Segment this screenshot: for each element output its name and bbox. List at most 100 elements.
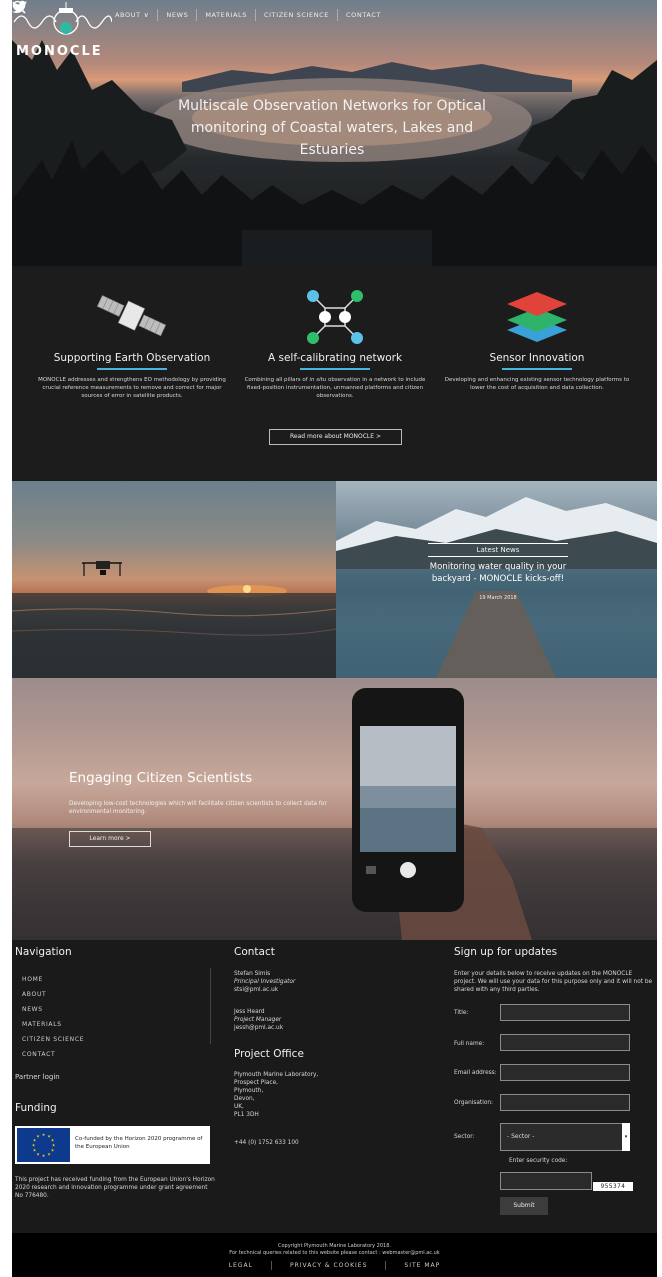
feature-sensor-innovation: Sensor Innovation Developing and enhanci… [437,288,637,392]
privacy-cookies-link[interactable]: PRIVACY & COOKIES [272,1261,387,1270]
copyright-text: Copyright Plymouth Marine Laboratory 201… [278,1243,391,1249]
feature-description: Developing and enhancing existing sensor… [444,377,630,391]
eu-flag-icon: ★ ★★ ★★★ ★★★ ★★★ [17,1128,70,1162]
feature-underline [502,368,572,370]
nav-materials[interactable]: MATERIALS [197,9,256,21]
svg-text:★: ★ [42,1153,46,1158]
feature-self-calibrating-network: A self-calibrating network Combining all… [235,288,435,400]
legal-links: LEGAL PRIVACY & COOKIES SITE MAP [12,1261,657,1270]
project-office-heading: Project Office [234,1048,304,1060]
email-label: Email address: [454,1070,497,1076]
footer-nav-about[interactable]: ABOUT [22,987,212,1002]
feature-title: A self-calibrating network [267,352,403,364]
feature-underline [97,368,167,370]
fullname-input[interactable] [500,1034,630,1051]
latest-news-card[interactable]: Latest News Monitoring water quality in … [336,481,657,678]
address-line: Plymouth, [234,1088,264,1094]
feature-description: MONOCLE addresses and strengthens EO met… [38,377,226,399]
sector-selected-value: - Sector - [507,1133,535,1140]
address-line: UK, [234,1104,244,1110]
learn-more-button[interactable]: Learn more > [69,831,151,847]
chevron-down-icon[interactable]: ∨ [144,11,150,19]
technical-contact-text: For technical queries related to this we… [229,1250,440,1256]
footer-nav-materials[interactable]: MATERIALS [22,1017,212,1032]
contact-person-2: Jess Heard Project Manager jessh@pml.ac.… [234,1008,283,1032]
satellite-icon [96,295,167,337]
contact-email[interactable]: jessh@pml.ac.uk [234,1024,283,1032]
footer-nav-contact[interactable]: CONTACT [22,1047,212,1062]
contact-role: Project Manager [234,1017,282,1023]
feature-underline [300,368,370,370]
hero-title: Multiscale Observation Networks for Opti… [178,98,486,158]
drone-icon [82,561,122,576]
citizen-description: Developing low-cost technologies which w… [69,801,327,815]
footer-nav-citizen-science[interactable]: CITIZEN SCIENCE [22,1032,212,1047]
page: MONOCLE ABOUT ∨ NEWS MATERIALS CITIZEN SC… [12,0,657,1277]
drone-scene [12,561,336,678]
signup-text: Enter your details below to receive upda… [454,971,653,993]
sector-label: Sector: [454,1134,475,1140]
feature-title: Sensor Innovation [489,352,585,364]
title-input[interactable] [500,1004,630,1021]
logo-text[interactable]: MONOCLE [16,44,103,59]
address-line: Prospect Place, [234,1080,279,1086]
footer: Navigation HOME ABOUT NEWS MATERIALS CIT… [12,940,657,1233]
email-input[interactable] [500,1064,630,1081]
svg-text:★: ★ [36,1152,40,1157]
svg-text:★: ★ [32,1143,36,1148]
signup-heading: Sign up for updates [454,946,558,958]
footer-nav-home[interactable]: HOME [22,972,212,987]
fullname-label: Full name: [454,1041,485,1047]
organisation-input[interactable] [500,1094,630,1111]
layers-icon [507,292,567,342]
footer-nav-heading: Navigation [15,946,72,958]
funding-heading: Funding [15,1102,57,1114]
features-section: Supporting Earth Observation MONOCLE add… [12,266,657,481]
contact-heading: Contact [234,946,275,958]
hero-banner: MONOCLE ABOUT ∨ NEWS MATERIALS CITIZEN SC… [12,0,657,266]
contact-name: Stefan Simis [234,971,271,977]
twitter-icon[interactable] [12,0,27,14]
nav-contact[interactable]: CONTACT [338,9,389,21]
nav-news[interactable]: NEWS [158,9,198,21]
partner-login-link[interactable]: Partner login [15,1073,60,1081]
feature-desc-em: in situ [309,377,327,383]
footer-nav-news[interactable]: NEWS [22,1002,212,1017]
footer-nav: HOME ABOUT NEWS MATERIALS CITIZEN SCIENC… [22,972,212,1062]
contact-person-1: Stefan Simis Principal Investigator stsi… [234,970,295,994]
svg-text:★: ★ [47,1152,51,1157]
footer-divider [210,968,211,1044]
svg-text:★: ★ [36,1134,40,1139]
bottom-bar: Copyright Plymouth Marine Laboratory 201… [12,1233,657,1277]
feature-title: Supporting Earth Observation [53,352,211,364]
feature-desc-part: Combining all pillars of [244,377,310,383]
office-address: Plymouth Marine Laboratory, Prospect Pla… [234,1071,318,1119]
news-title[interactable]: Monitoring water quality in your backyar… [418,561,578,585]
svg-text:★: ★ [42,1132,46,1137]
eu-funding-badge: ★ ★ ★ ★ ★ ★ ★ ★ ★ ★ ★ ★ Co-funded by the Horizon… [15,1126,210,1164]
read-more-button[interactable]: Read more about MONOCLE > [269,429,402,445]
network-icon [307,290,363,344]
news-date: 19 March 2018 [479,595,517,601]
citizen-science-section: Engaging Citizen Scientists Developing l… [12,678,657,940]
contact-email[interactable]: stsi@pml.ac.uk [234,986,295,994]
citizen-title: Engaging Citizen Scientists [69,770,253,786]
latest-news-label: Latest News [428,543,568,557]
organisation-label: Organisation: [454,1100,493,1106]
address-line: Devon, [234,1096,255,1102]
sector-select[interactable]: - Sector - ▾ [500,1123,630,1151]
main-nav: ABOUT ∨ NEWS MATERIALS CITIZEN SCIENCE CO… [107,8,389,22]
drone-photo [12,481,336,678]
security-code-label: Enter security code: [509,1158,568,1164]
site-map-link[interactable]: SITE MAP [386,1261,458,1270]
chevron-down-icon[interactable]: ▾ [622,1123,630,1151]
submit-button[interactable]: Submit [500,1197,548,1215]
captcha-image: 955374 [593,1182,633,1191]
legal-link[interactable]: LEGAL [211,1261,272,1270]
address-line: Plymouth Marine Laboratory, [234,1072,319,1078]
security-code-input[interactable] [500,1172,592,1190]
contact-role: Principal Investigator [234,979,296,985]
nav-citizen-science[interactable]: CITIZEN SCIENCE [256,9,338,21]
svg-text:★: ★ [51,1148,55,1153]
nav-about[interactable]: ABOUT ∨ [107,9,159,21]
